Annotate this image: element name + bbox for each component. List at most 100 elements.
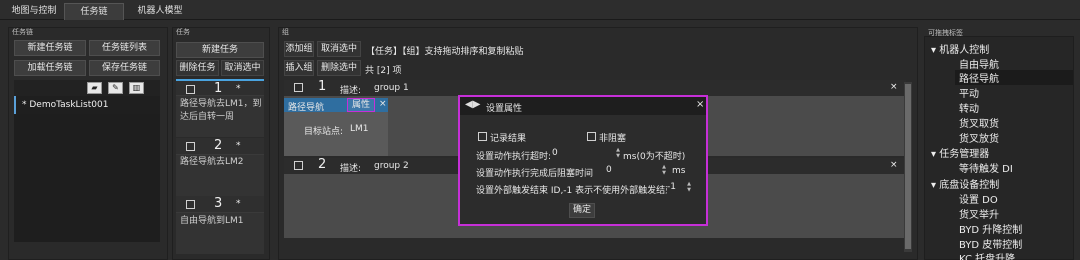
trash-icon[interactable]: ▥ (129, 82, 144, 94)
spin-arrows-icon[interactable]: ▲ ▼ (616, 147, 620, 159)
group-desc-value[interactable]: group 1 (374, 83, 409, 93)
block-time-value: 0 (606, 165, 612, 175)
app-logo-icon: ◀▶ (465, 99, 481, 110)
tree-item[interactable]: 自由导航 (959, 56, 999, 71)
ok-button[interactable]: 确定 (569, 203, 595, 218)
tree-item[interactable]: 设置 DO (959, 191, 998, 206)
task-modified-mark: * (236, 199, 241, 209)
panel-title: 组 (282, 28, 289, 36)
timeout-label: 设置动作执行超时: (476, 152, 552, 162)
record-result-label: 记录结果 (490, 134, 527, 144)
chain-list-empty-area (14, 114, 160, 242)
timeout-unit: ms(0为不超时) (623, 152, 686, 162)
tab-task-chain[interactable]: 任务链 (64, 3, 124, 20)
delete-task-button[interactable]: 删除任务 (176, 60, 219, 76)
top-tab-bar: 地图与控制 任务链 机器人模型 (0, 0, 1080, 20)
panel-title: 任务链 (12, 28, 33, 36)
new-task-button[interactable]: 新建任务 (176, 42, 264, 58)
insert-group-button[interactable]: 插入组 (284, 60, 314, 76)
tree-item[interactable]: 货叉举升 (959, 206, 999, 221)
task-checkbox[interactable] (186, 85, 195, 94)
save-chain-button[interactable]: 保存任务链 (89, 60, 160, 76)
tree-group-robot-control[interactable]: ▾ 机器人控制 (931, 41, 989, 56)
drag-label-tree: ▾ 机器人控制 自由导航 路径导航 平动 转动 货叉取货 货叉放货 ▾ 任务管理… (924, 36, 1074, 260)
task-number: 1 (214, 81, 223, 96)
record-result-checkbox[interactable] (478, 132, 487, 141)
tab-map-control[interactable]: 地图与控制 (6, 3, 62, 20)
tree-item[interactable]: 货叉取货 (959, 115, 999, 130)
set-attribute-dialog: ◀▶ 设置属性 × 记录结果 非阻塞 设置动作执行超时: 0 ▲ ▼ ms(0为不… (458, 95, 708, 226)
item-count: 共 [2] 项 (365, 66, 402, 76)
group-desc-value[interactable]: group 2 (374, 161, 409, 171)
tree-item[interactable]: BYD 升降控制 (959, 221, 1022, 236)
task-description: 路径导航去LM2 (180, 157, 244, 167)
task-description: 自由导航到LM1 (180, 216, 244, 226)
group-scrollbar[interactable] (904, 82, 912, 252)
scrollbar-thumb[interactable] (905, 84, 911, 249)
dialog-title: 设置属性 (486, 104, 523, 114)
tree-item[interactable]: 平动 (959, 85, 979, 100)
group-desc-label: 描述: (340, 86, 362, 96)
load-chain-button[interactable]: 加载任务链 (14, 60, 86, 76)
block-time-unit: ms (672, 166, 686, 176)
timeout-spinbox[interactable]: 0 ▲ ▼ (552, 147, 620, 160)
station-value: LM1 (350, 124, 369, 134)
task-card[interactable]: 1 * 路径导航去LM1，到达后自转一周 (176, 79, 264, 137)
timeout-value: 0 (552, 148, 558, 158)
new-chain-button[interactable]: 新建任务链 (14, 40, 86, 56)
task-header: 2 * (176, 138, 264, 155)
tree-item[interactable]: 货叉放货 (959, 130, 999, 145)
chain-item-label: * DemoTaskList001 (22, 100, 109, 110)
attribute-button[interactable]: 属性 (347, 98, 376, 112)
task-header: 1 * (176, 79, 264, 96)
block-time-label: 设置动作执行完成后阻塞时间 (476, 169, 594, 179)
action-close-icon[interactable]: × (379, 99, 387, 109)
tree-item-selected[interactable]: 路径导航 (955, 70, 1073, 85)
group-number: 2 (318, 157, 327, 172)
group-checkbox[interactable] (294, 161, 303, 170)
drag-sort-hint: 【任务】【组】支持拖动排序和复制粘贴 (366, 47, 524, 57)
close-icon[interactable]: × (890, 82, 898, 92)
task-card[interactable]: 2 * 路径导航去LM2 (176, 138, 264, 196)
deselect-task-button[interactable]: 取消选中 (221, 60, 264, 76)
task-checkbox[interactable] (186, 142, 195, 151)
non-blocking-label: 非阻塞 (599, 134, 627, 144)
task-number: 2 (214, 138, 223, 153)
delete-selected-button[interactable]: 删除选中 (317, 60, 361, 76)
block-time-spinbox[interactable]: 0 ▲ ▼ (606, 164, 666, 177)
task-modified-mark: * (236, 84, 241, 94)
task-card[interactable]: 3 * 自由导航到LM1 (176, 196, 264, 254)
tree-group-chassis-device[interactable]: ▾ 底盘设备控制 (931, 176, 999, 191)
action-name: 路径导航 (288, 103, 325, 113)
tab-robot-model[interactable]: 机器人模型 (130, 3, 190, 20)
action-card[interactable]: 路径导航 属性 × 目标站点: LM1 (284, 98, 388, 156)
group-checkbox[interactable] (294, 83, 303, 92)
edit-icon[interactable]: ✎ (108, 82, 123, 94)
trigger-label: 设置外部触发结束 ID,-1 表示不使用外部触发结束 (476, 186, 675, 196)
chain-list-button[interactable]: 任务链列表 (89, 40, 160, 56)
dialog-titlebar: ◀▶ 设置属性 × (460, 97, 706, 115)
group-header: 1 描述: group 1 × (284, 79, 906, 96)
task-checkbox[interactable] (186, 200, 195, 209)
trigger-spinbox[interactable]: -1 ▲ ▼ (667, 181, 691, 194)
deselect-group-button[interactable]: 取消选中 (317, 41, 361, 57)
tree-group-task-manager[interactable]: ▾ 任务管理器 (931, 145, 989, 160)
non-blocking-checkbox[interactable] (587, 132, 596, 141)
tree-group-label: 机器人控制 (939, 45, 990, 56)
tree-item[interactable]: 等待触发 DI (959, 160, 1013, 175)
spin-arrows-icon[interactable]: ▲ ▼ (687, 181, 691, 193)
spin-arrows-icon[interactable]: ▲ ▼ (662, 164, 666, 176)
task-header: 3 * (176, 196, 264, 213)
close-icon[interactable]: × (890, 160, 898, 170)
tree-item[interactable]: BYD 皮带控制 (959, 236, 1022, 251)
dialog-close-icon[interactable]: × (696, 99, 704, 110)
chain-icon-row: ▰ ✎ ▥ (14, 80, 160, 96)
tree-item[interactable]: KC 托盘升降 (959, 250, 1015, 260)
task-description: 路径导航去LM1，到达后自转一周 (180, 99, 262, 122)
tree-item[interactable]: 转动 (959, 100, 979, 115)
chain-list-item[interactable]: * DemoTaskList001 (14, 96, 160, 114)
open-folder-icon[interactable]: ▰ (87, 82, 102, 94)
add-group-button[interactable]: 添加组 (284, 41, 314, 57)
task-modified-mark: * (236, 141, 241, 151)
task-number: 3 (214, 196, 223, 211)
